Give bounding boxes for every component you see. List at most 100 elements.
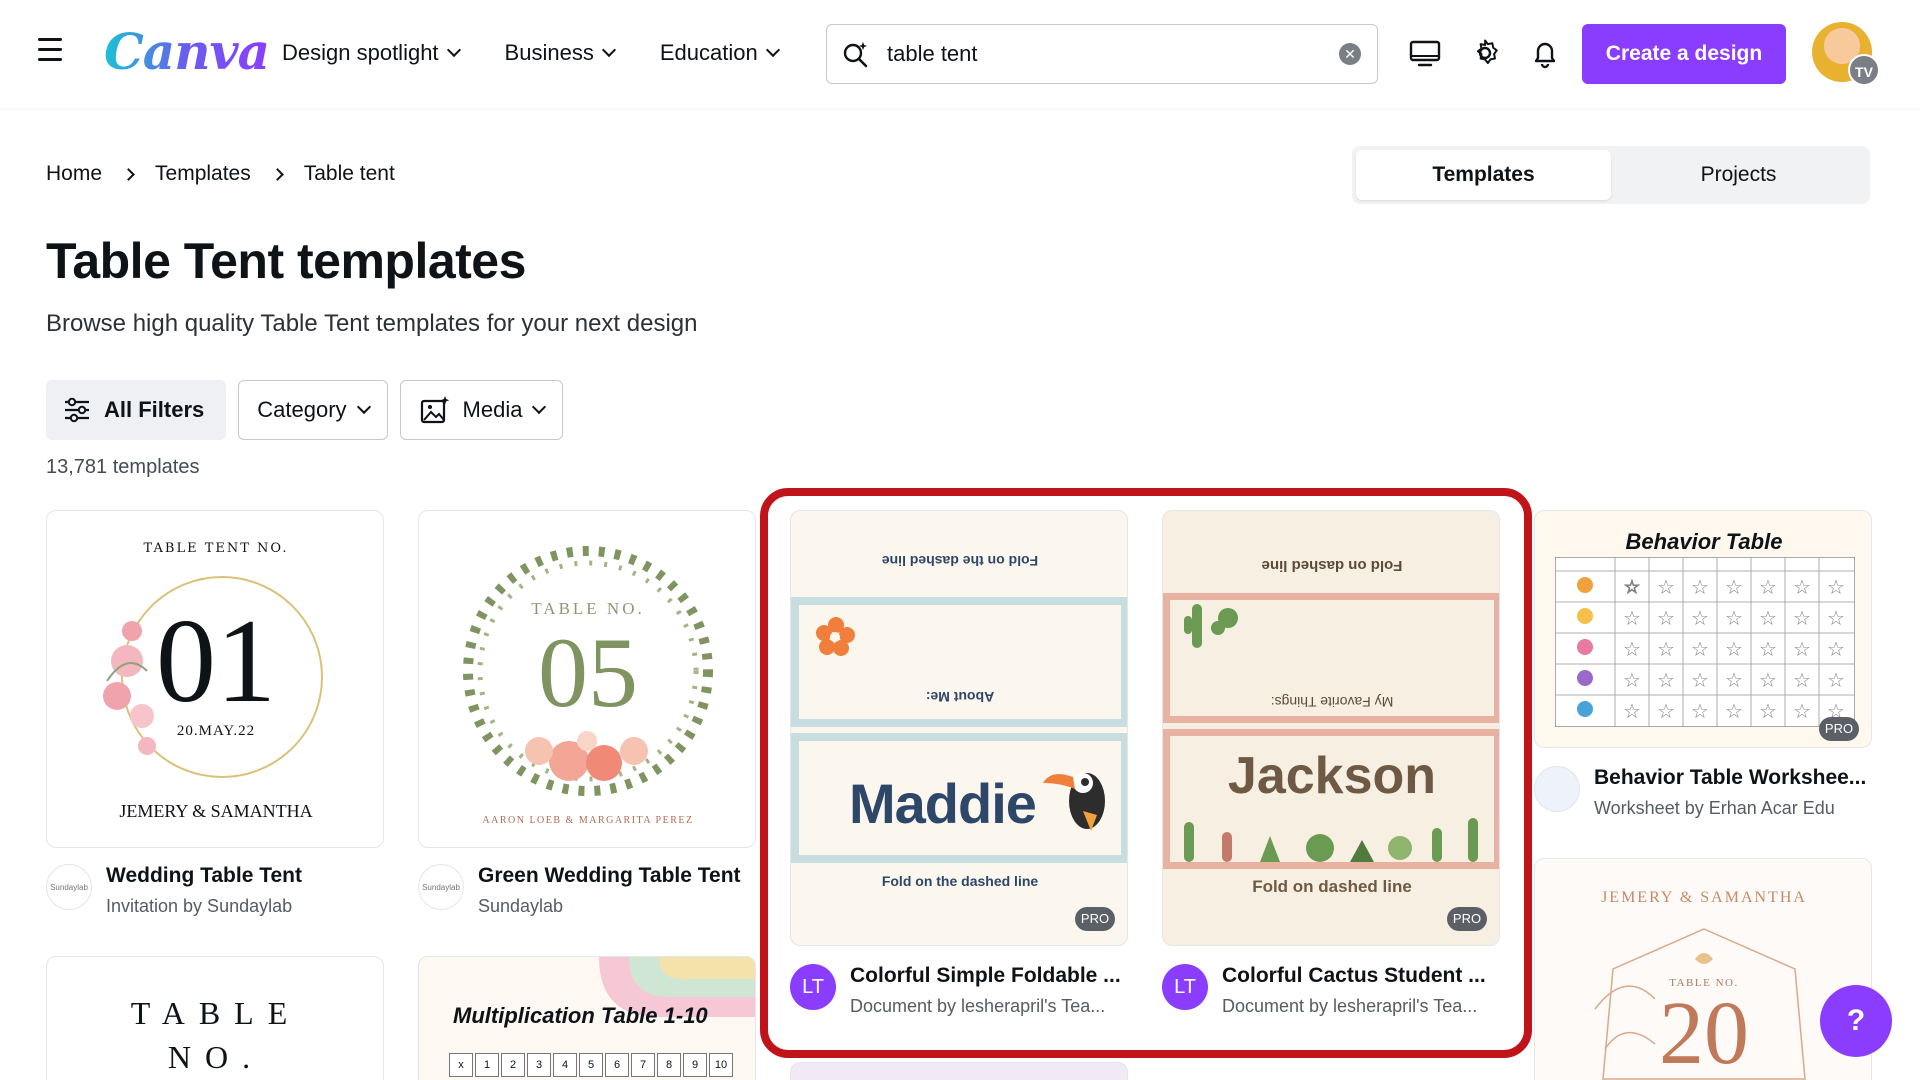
multiplication-cell: 7 — [631, 1053, 655, 1077]
menu-icon[interactable] — [38, 38, 68, 68]
avatar-initials-badge[interactable]: TV — [1848, 54, 1880, 86]
template-card[interactable]: TABLE NO. — [46, 956, 384, 1080]
clear-search-icon[interactable]: ✕ — [1339, 43, 1361, 65]
search-bar: ✕ — [826, 24, 1378, 84]
multiplication-cell: 5 — [579, 1053, 603, 1077]
gear-icon[interactable] — [1468, 36, 1502, 70]
template-card[interactable]: JEMERY & SAMANTHA TABLE NO. 20 — [1534, 858, 1872, 1080]
chevron-down-icon — [765, 42, 780, 58]
canva-logo[interactable]: Canva — [104, 22, 270, 81]
thumb-name: Jackson — [1227, 747, 1437, 805]
card-title[interactable]: Behavior Table Workshee... — [1594, 766, 1872, 790]
nav-education[interactable]: Education — [660, 40, 780, 66]
template-thumbnail[interactable]: Multiplication Table 1-10 x 1 2 3 4 5 6 7 8 9 10 — [418, 956, 756, 1080]
svg-text:☆: ☆ — [1725, 668, 1743, 692]
bell-icon[interactable] — [1528, 36, 1562, 70]
templates-projects-toggle: Templates Projects — [1352, 146, 1870, 204]
template-card[interactable]: Multiplication Table 1-10 x 1 2 3 4 5 6 7 8 9 10 — [418, 956, 756, 1080]
template-thumbnail[interactable]: Behavior Table ☆ ☆ ☆ ☆ ☆ ☆ ☆ ☆ ☆ ☆ ☆ ☆ ☆ ☆ ☆ ☆ ☆ ☆ ☆ ☆ ☆ ☆… — [1534, 510, 1872, 748]
template-thumbnail[interactable]: Fold on the dashed line About Me: Maddie… — [790, 510, 1128, 946]
thumb-number: 01 — [156, 594, 276, 727]
template-thumbnail[interactable]: Fold on dashed line My Favorite Things: … — [1162, 510, 1500, 946]
creator-logo[interactable]: Sundaylab — [418, 864, 464, 910]
svg-text:☆: ☆ — [1691, 606, 1709, 630]
breadcrumb-home[interactable]: Home — [46, 162, 102, 186]
toucan-icon — [1043, 773, 1105, 831]
svg-text:☆: ☆ — [1793, 699, 1811, 723]
tab-projects[interactable]: Projects — [1611, 150, 1866, 200]
creator-logo[interactable]: LT — [790, 964, 836, 1010]
breadcrumb-templates[interactable]: Templates — [155, 162, 251, 186]
template-card[interactable]: TABLE TENT NO. 01 20.MAY.22 JEMERY & SAM… — [46, 510, 384, 920]
thumb-fold-bottom: Fold on dashed line — [1252, 877, 1412, 896]
create-design-button[interactable]: Create a design — [1582, 24, 1786, 84]
template-card[interactable]: Fold on the dashed line About Me: Maddie… — [790, 510, 1128, 1020]
cactus-icon — [1184, 604, 1238, 648]
all-filters-button[interactable]: All Filters — [46, 380, 227, 440]
nav-label: Design spotlight — [282, 40, 439, 65]
creator-logo[interactable] — [1534, 766, 1580, 812]
thumb-line2: NO. — [167, 1039, 265, 1075]
template-thumbnail[interactable]: JEMERY & SAMANTHA TABLE NO. 20 — [1534, 858, 1872, 1080]
template-card[interactable]: TABLE NO. 05 AARON LOEB & MARGARITA PERE… — [418, 510, 756, 920]
svg-text:☆: ☆ — [1725, 575, 1743, 599]
svg-text:☆: ☆ — [1793, 575, 1811, 599]
svg-text:☆: ☆ — [1657, 637, 1675, 661]
svg-text:☆: ☆ — [1725, 699, 1743, 723]
page-title: Table Tent templates — [46, 233, 526, 289]
template-thumbnail[interactable]: TABLE NO. — [46, 956, 384, 1080]
template-thumbnail[interactable]: TABLE TENT NO. 01 20.MAY.22 JEMERY & SAM… — [46, 510, 384, 848]
template-card-partial[interactable] — [790, 1062, 1128, 1080]
image-sparkle-icon — [420, 396, 449, 424]
thumb-number: 05 — [538, 617, 638, 728]
nav-business[interactable]: Business — [505, 40, 616, 66]
chevron-down-icon — [601, 42, 616, 58]
card-meta: Sundaylab — [478, 896, 564, 916]
thumb-fold-top: Fold on the dashed line — [881, 553, 1039, 569]
flower-icon — [816, 617, 855, 656]
svg-text:☆: ☆ — [1623, 637, 1641, 661]
thumb-about-text: My Favorite Things: — [1270, 694, 1394, 710]
svg-text:☆: ☆ — [1759, 668, 1777, 692]
svg-text:☆: ☆ — [1725, 606, 1743, 630]
sliders-icon — [65, 397, 89, 423]
svg-text:☆: ☆ — [1691, 637, 1709, 661]
svg-text:☆: ☆ — [1827, 575, 1845, 599]
svg-text:☆: ☆ — [1657, 699, 1675, 723]
svg-text:☆: ☆ — [1623, 606, 1641, 630]
thumb-heading: Multiplication Table 1-10 — [453, 1003, 708, 1028]
svg-text:☆: ☆ — [1793, 637, 1811, 661]
help-button[interactable]: ? — [1820, 985, 1892, 1057]
thumb-fold-top: Fold on dashed line — [1261, 557, 1403, 574]
thumb-top-panel: My Favorite Things: — [1163, 593, 1499, 723]
cactus-row-art — [1184, 818, 1478, 862]
multiplication-cell: 1 — [475, 1053, 499, 1077]
search-input[interactable] — [887, 37, 1307, 71]
card-meta: Invitation by Sundaylab — [106, 896, 293, 916]
breadcrumb: Home Templates Table tent — [46, 162, 395, 186]
crown-icon: PRO — [1075, 907, 1115, 931]
media-dropdown[interactable]: Media — [399, 380, 564, 440]
svg-text:☆: ☆ — [1759, 575, 1777, 599]
chevron-right-icon — [122, 167, 135, 181]
svg-text:☆: ☆ — [1827, 606, 1845, 630]
template-card[interactable]: Behavior Table ☆ ☆ ☆ ☆ ☆ ☆ ☆ ☆ ☆ ☆ ☆ ☆ ☆ ☆ ☆ ☆ ☆ ☆ ☆ ☆ ☆ ☆… — [1534, 510, 1872, 830]
filter-bar: All Filters Category Media — [46, 380, 564, 440]
template-card[interactable]: Fold on dashed line My Favorite Things: … — [1162, 510, 1500, 1020]
card-title[interactable]: Green Wedding Table Tent — [478, 864, 756, 888]
template-thumbnail[interactable]: TABLE NO. 05 AARON LOEB & MARGARITA PERE… — [418, 510, 756, 848]
multiplication-cell: x — [449, 1053, 473, 1077]
category-dropdown[interactable]: Category — [238, 380, 388, 440]
chevron-down-icon — [446, 42, 461, 58]
thumb-name-panel: Jackson — [1163, 729, 1499, 869]
tab-templates[interactable]: Templates — [1356, 150, 1611, 200]
card-title[interactable]: Colorful Simple Foldable ... — [850, 964, 1128, 988]
card-title[interactable]: Wedding Table Tent — [106, 864, 384, 888]
desktop-app-icon[interactable] — [1408, 36, 1442, 70]
card-title[interactable]: Colorful Cactus Student ... — [1222, 964, 1500, 988]
creator-logo[interactable]: LT — [1162, 964, 1208, 1010]
thumb-top-panel: About Me: — [791, 597, 1127, 727]
nav-design-spotlight[interactable]: Design spotlight — [282, 40, 461, 66]
creator-logo[interactable]: Sundaylab — [46, 864, 92, 910]
thumb-date: 20.MAY.22 — [176, 723, 256, 739]
